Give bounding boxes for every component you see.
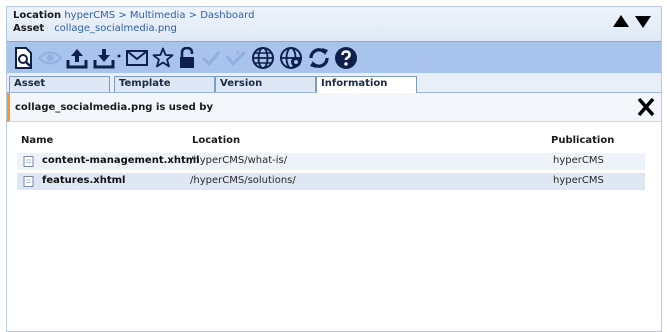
row-location: /hyperCMS/solutions/ — [190, 175, 296, 186]
arrow-down-icon[interactable] — [635, 16, 651, 28]
preview-icon[interactable] — [11, 45, 37, 71]
send-mail-icon[interactable] — [123, 45, 151, 71]
view-icon[interactable] — [37, 45, 63, 71]
tab-template[interactable]: Template — [114, 76, 215, 92]
asset-label: Asset — [13, 23, 45, 34]
location-label: Location — [13, 10, 62, 21]
publish-check-icon[interactable] — [199, 45, 223, 71]
file-icon — [23, 156, 34, 167]
refresh-icon[interactable] — [305, 45, 333, 71]
column-header-location: Location — [192, 135, 241, 146]
location-header: Location hyperCMS > Multimedia > Dashboa… — [7, 7, 661, 41]
column-header-name: Name — [21, 135, 54, 146]
used-by-title: collage_socialmedia.png is used by — [15, 102, 213, 113]
row-publication: hyperCMS — [553, 155, 604, 166]
toolbar — [7, 41, 661, 74]
tab-bar: Asset Template Version Information — [7, 73, 661, 93]
asset-row: Asset collage_socialmedia.png — [13, 23, 177, 35]
tab-version[interactable]: Version — [215, 76, 316, 92]
app-window: Location hyperCMS > Multimedia > Dashboa… — [6, 6, 662, 332]
globe-icon[interactable] — [249, 45, 277, 71]
nav-arrows — [613, 15, 651, 28]
globe-gear-icon[interactable] — [277, 45, 305, 71]
file-icon — [23, 176, 34, 187]
row-location: /hyperCMS/what-is/ — [190, 155, 288, 166]
arrow-up-icon[interactable] — [613, 15, 629, 27]
favorite-star-icon[interactable] — [151, 45, 175, 71]
asset-name: collage_socialmedia.png — [54, 23, 177, 34]
location-row: Location hyperCMS > Multimedia > Dashboa… — [13, 10, 254, 22]
toolbar-icons — [11, 45, 359, 71]
table-row[interactable]: content-management.xhtml /hyperCMS/what-… — [17, 153, 645, 170]
table-row[interactable]: features.xhtml /hyperCMS/solutions/ hype… — [17, 173, 645, 190]
close-icon[interactable] — [637, 97, 655, 117]
tab-asset[interactable]: Asset — [9, 76, 110, 92]
location-breadcrumb[interactable]: hyperCMS > Multimedia > Dashboard — [64, 10, 254, 21]
column-header-publication: Publication — [551, 135, 615, 146]
upload-icon[interactable] — [63, 45, 91, 71]
row-name[interactable]: content-management.xhtml — [42, 155, 200, 166]
tab-information[interactable]: Information — [316, 76, 417, 93]
unpublish-check-icon[interactable] — [223, 45, 249, 71]
lock-icon[interactable] — [175, 45, 199, 71]
used-by-bar: collage_socialmedia.png is used by — [7, 93, 661, 122]
row-name[interactable]: features.xhtml — [42, 175, 125, 186]
download-icon[interactable] — [91, 45, 123, 71]
row-publication: hyperCMS — [553, 175, 604, 186]
help-icon[interactable] — [333, 45, 359, 71]
